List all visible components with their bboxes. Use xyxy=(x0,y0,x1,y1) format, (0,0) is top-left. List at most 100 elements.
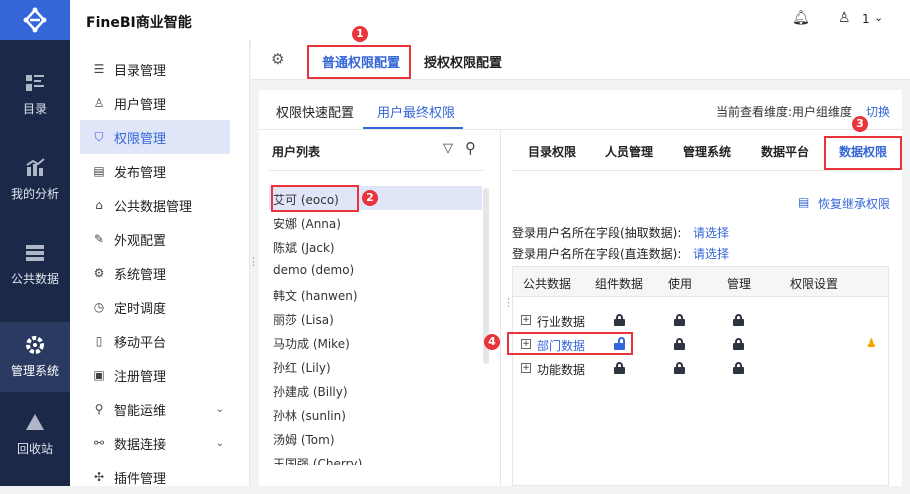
field-label: 登录用户名所在字段(抽取数据): xyxy=(512,226,682,240)
permission-panel: 目录权限 人员管理 管理系统 数据平台 数据权限 ▤ 恢复继承权限 登录用户名所在字段(… xyxy=(503,130,902,486)
expand-icon[interactable]: + xyxy=(521,363,531,373)
table-header-cell: 公共数据 xyxy=(523,277,572,291)
sidebar-item[interactable]: ✣ 插件管理 xyxy=(80,460,230,494)
nav-management[interactable]: 管理系统 xyxy=(0,322,70,392)
lock-icon[interactable] xyxy=(614,362,625,374)
sidebar-item-icon: ⚙ xyxy=(93,266,105,280)
switch-link[interactable]: 切换 xyxy=(866,103,890,120)
tab-user-final-permission[interactable]: 用户最终权限 xyxy=(377,102,455,121)
gear-icon xyxy=(26,336,44,354)
brand-title: FineBI商业智能 xyxy=(86,15,192,31)
sidebar-item[interactable]: ▯ 移动平台 xyxy=(80,324,230,358)
lock-icon[interactable] xyxy=(733,338,744,350)
sidebar-item[interactable]: ▤ 发布管理 xyxy=(80,154,230,188)
field-select[interactable]: 请选择 xyxy=(693,224,729,241)
tab-quick-config[interactable]: 权限快速配置 xyxy=(276,102,354,121)
user-list-item[interactable]: 马功成 (Mike) xyxy=(273,335,350,352)
sidebar-item-label: 发布管理 xyxy=(114,165,167,181)
search-icon[interactable]: ⚲ xyxy=(465,139,476,157)
lock-icon[interactable] xyxy=(674,314,685,326)
permission-tab[interactable]: 目录权限 xyxy=(528,143,576,160)
sidebar-item[interactable]: ⛉ 权限管理 xyxy=(80,120,230,154)
sidebar-item-icon: ⛉ xyxy=(94,129,104,144)
permission-tab[interactable]: 人员管理 xyxy=(605,143,653,160)
user-list-item[interactable]: 孙红 (Lily) xyxy=(273,359,331,376)
nav-label: 管理系统 xyxy=(10,364,59,378)
sidebar-item[interactable]: ⚯ 数据连接 ⌄ xyxy=(80,426,230,460)
lock-icon[interactable] xyxy=(674,362,685,374)
sidebar-item-label: 外观配置 xyxy=(114,233,167,249)
sidebar-item-icon: ⚲ xyxy=(94,402,104,416)
sidebar-item-label: 移动平台 xyxy=(114,335,167,351)
sidebar-item-label: 公共数据管理 xyxy=(114,199,193,215)
user-list-item[interactable]: 孙建成 (Billy) xyxy=(273,383,348,400)
dimension-label: 当前查看维度:用户组维度 xyxy=(716,105,853,119)
data-permission-table: 公共数据 组件数据 使用 管理 权限设置 + 行业数据 + 部门数据 ♟ + 功能数据 xyxy=(512,266,889,486)
user-list-item[interactable]: 陈斌 (Jack) xyxy=(273,239,335,256)
annotation-badge-1: 1 xyxy=(352,26,368,42)
sidebar-item[interactable]: ◷ 定时调度 xyxy=(80,290,230,324)
sidebar-item-label: 定时调度 xyxy=(114,301,167,317)
sidebar-item-label: 智能运维 xyxy=(114,403,167,419)
nav-recycle[interactable]: 回收站 xyxy=(0,400,70,470)
permission-setting-icon[interactable]: ♟ xyxy=(866,336,877,350)
sidebar-item-label: 插件管理 xyxy=(114,471,167,487)
restore-inherit-button[interactable]: 恢复继承权限 xyxy=(818,195,890,212)
lock-icon[interactable] xyxy=(614,314,625,326)
sidebar-item[interactable]: ⚲ 智能运维 ⌄ xyxy=(80,392,230,426)
restore-icon[interactable]: ▤ xyxy=(798,195,809,209)
nav-label: 回收站 xyxy=(16,442,53,456)
nav-public-data[interactable]: 公共数据 xyxy=(0,230,70,300)
user-list-item[interactable]: demo (demo) xyxy=(273,263,354,277)
chevron-down-icon[interactable]: ⌄ xyxy=(216,438,224,449)
user-list-item[interactable]: 丽莎 (Lisa) xyxy=(273,311,334,328)
resize-handle[interactable]: ⋮ xyxy=(248,255,259,268)
sidebar-item-icon: ✎ xyxy=(93,232,105,246)
user-list-item[interactable]: 王国强 (Cherry) xyxy=(273,455,362,465)
chevron-down-icon[interactable]: ⌄ xyxy=(874,11,883,24)
lock-icon[interactable] xyxy=(674,338,685,350)
user-list-item[interactable]: 安娜 (Anna) xyxy=(273,215,341,232)
field-label: 登录用户名所在字段(直连数据): xyxy=(512,247,682,261)
sidebar-item[interactable]: ⚙ 系统管理 xyxy=(80,256,230,290)
table-row-name[interactable]: 行业数据 xyxy=(537,313,585,330)
user-list-item[interactable]: 孙林 (sunlin) xyxy=(273,407,346,424)
bell-icon[interactable]: 🔔︎ xyxy=(792,10,810,26)
filter-icon[interactable]: ▽ xyxy=(443,141,453,156)
sidebar-item-label: 用户管理 xyxy=(114,97,167,113)
chevron-down-icon[interactable]: ⌄ xyxy=(216,404,224,415)
sidebar-item[interactable]: ▣ 注册管理 xyxy=(80,358,230,392)
permission-tab[interactable]: 管理系统 xyxy=(683,143,731,160)
user-name[interactable]: 1 xyxy=(862,12,870,26)
field-select[interactable]: 请选择 xyxy=(693,245,729,262)
logo[interactable] xyxy=(0,0,70,40)
permission-tab[interactable]: 数据平台 xyxy=(761,143,809,160)
sidebar-item[interactable]: ♙ 用户管理 xyxy=(80,86,230,120)
user-list-title: 用户列表 xyxy=(272,145,321,159)
nav-catalog[interactable]: 目录 xyxy=(0,60,70,130)
resize-handle[interactable]: ⋮ xyxy=(503,296,514,309)
user-list-item[interactable]: 汤姆 (Tom) xyxy=(273,431,335,448)
lock-icon[interactable] xyxy=(733,362,744,374)
divider xyxy=(269,170,484,171)
annotation-box-3 xyxy=(824,136,902,170)
settings-gear-icon[interactable]: ⚙ xyxy=(271,50,284,68)
table-row-name[interactable]: 功能数据 xyxy=(537,361,585,378)
user-list-item[interactable]: 韩文 (hanwen) xyxy=(273,287,358,304)
expand-icon[interactable]: + xyxy=(521,315,531,325)
sidebar-item[interactable]: ☰ 目录管理 xyxy=(80,52,230,86)
sidebar-item[interactable]: ⌂ 公共数据管理 xyxy=(80,188,230,222)
lock-icon[interactable] xyxy=(733,314,744,326)
permission-card: 权限快速配置 用户最终权限 当前查看维度:用户组维度 切换 用户列表 ▽ ⚲ 艾… xyxy=(259,90,902,486)
sidebar-item-label: 目录管理 xyxy=(114,63,167,79)
nav-label: 我的分析 xyxy=(10,187,59,201)
user-icon[interactable]: ♙ xyxy=(838,10,851,26)
table-header-cell: 组件数据 xyxy=(595,277,644,291)
sidebar-item[interactable]: ✎ 外观配置 xyxy=(80,222,230,256)
sidebar-item-label: 权限管理 xyxy=(114,131,167,147)
sidebar-item-icon: ◷ xyxy=(93,300,105,314)
annotation-badge-4: 4 xyxy=(484,334,500,350)
tab-grant-permission[interactable]: 授权权限配置 xyxy=(424,52,502,71)
table-header-cell: 管理 xyxy=(727,277,752,291)
nav-my-analysis[interactable]: 我的分析 xyxy=(0,145,70,215)
